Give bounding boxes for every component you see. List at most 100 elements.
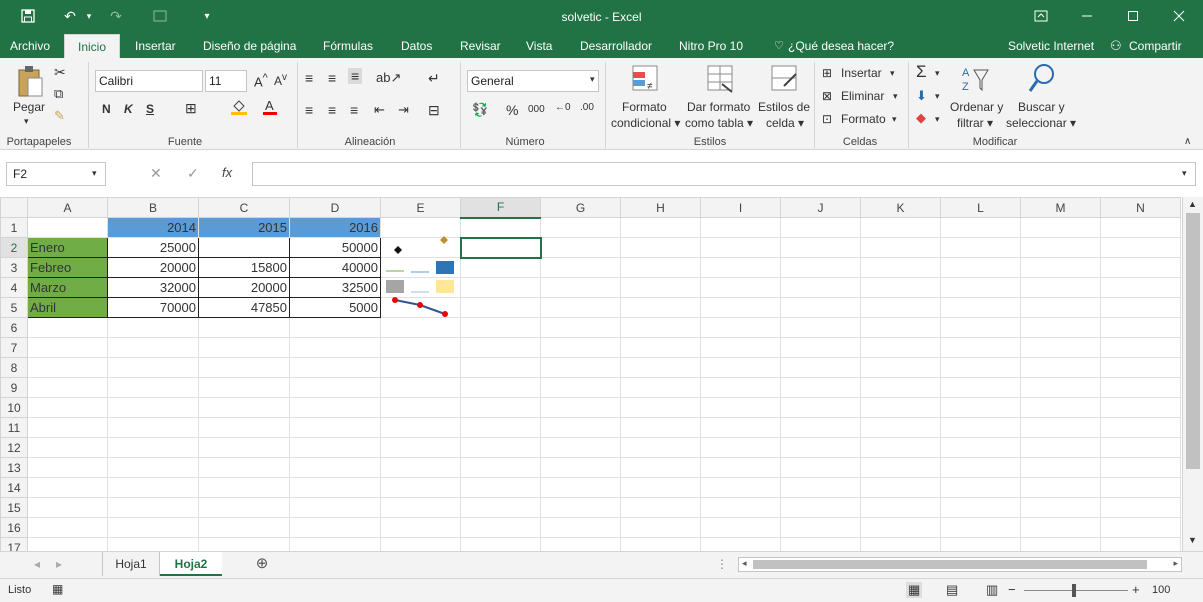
cell-b3[interactable]: 20000 xyxy=(107,257,199,278)
cell-d1[interactable]: 2016 xyxy=(289,217,381,238)
scroll-down-icon[interactable]: ▼ xyxy=(1188,535,1197,545)
autosum-dropdown-icon[interactable]: ▾ xyxy=(935,68,940,79)
page-layout-icon[interactable]: ▤ xyxy=(946,582,958,598)
next-sheet-icon[interactable]: ▸ xyxy=(52,552,66,576)
active-cell-f2[interactable] xyxy=(459,236,542,259)
sheet-tab-hoja1[interactable]: Hoja1 xyxy=(102,552,160,576)
fill-dropdown-icon[interactable]: ▾ xyxy=(935,91,940,102)
macro-record-icon[interactable]: ▦ xyxy=(52,582,63,596)
tab-vista[interactable]: Vista xyxy=(526,34,552,58)
align-bottom-icon[interactable]: ≡ xyxy=(348,68,363,84)
tab-insertar[interactable]: Insertar xyxy=(135,34,176,58)
row-header[interactable]: 4 xyxy=(0,277,28,298)
zoom-slider-handle[interactable] xyxy=(1072,584,1076,597)
thousands-icon[interactable]: 000 xyxy=(528,104,545,115)
decrease-decimal-icon[interactable]: .00 xyxy=(580,102,594,113)
h-scroll-thumb[interactable] xyxy=(753,560,1147,569)
decrease-font-icon[interactable]: Av xyxy=(274,72,287,88)
cell-c3[interactable]: 15800 xyxy=(198,257,290,278)
row-header[interactable]: 17 xyxy=(0,537,28,551)
row-header[interactable]: 8 xyxy=(0,357,28,378)
page-break-icon[interactable]: ▥ xyxy=(986,582,998,598)
align-middle-icon[interactable]: ≡ xyxy=(328,70,336,86)
align-top-icon[interactable]: ≡ xyxy=(305,70,313,86)
orientation-icon[interactable]: ab↗ xyxy=(376,70,401,86)
zoom-out-icon[interactable]: − xyxy=(1008,582,1016,597)
row-header[interactable]: 14 xyxy=(0,477,28,498)
underline-button[interactable]: S xyxy=(146,102,154,116)
cell-styles-label2[interactable]: celda ▾ xyxy=(766,116,804,130)
merge-center-icon[interactable]: ⊟ xyxy=(428,102,440,119)
worksheet-grid[interactable]: A B C D E F G H I J K L M N 1 2014 2015 … xyxy=(0,197,1182,551)
sort-filter-label2[interactable]: filtrar ▾ xyxy=(957,116,993,130)
zoom-slider[interactable] xyxy=(1024,590,1128,591)
delete-dropdown-icon[interactable]: ▾ xyxy=(893,91,898,102)
insert-dropdown-icon[interactable]: ▾ xyxy=(890,68,895,79)
column-header-h[interactable]: H xyxy=(620,197,701,218)
number-format-select[interactable]: General xyxy=(467,70,599,92)
conditional-format-label1[interactable]: Formato xyxy=(622,100,667,114)
minimize-icon[interactable] xyxy=(1064,0,1110,32)
fill-color-icon[interactable] xyxy=(230,98,248,119)
column-header-g[interactable]: G xyxy=(540,197,621,218)
cell-a1[interactable] xyxy=(27,217,108,238)
account-name[interactable]: Solvetic Internet xyxy=(1008,34,1094,58)
zoom-in-icon[interactable]: + xyxy=(1132,582,1140,597)
fill-icon[interactable]: ⬇ xyxy=(916,88,927,104)
row-header[interactable]: 2 xyxy=(0,237,28,258)
row-header[interactable]: 1 xyxy=(0,217,28,238)
scroll-right-icon[interactable]: ▸ xyxy=(1173,558,1178,569)
tab-formulas[interactable]: Fórmulas xyxy=(323,34,373,58)
align-center-icon[interactable]: ≡ xyxy=(328,102,336,118)
format-cells-icon[interactable]: ⊡ xyxy=(822,112,832,126)
column-header-f[interactable]: F xyxy=(460,197,541,219)
close-icon[interactable] xyxy=(1156,0,1202,32)
wrap-text-icon[interactable]: ↵ xyxy=(428,70,440,87)
conditional-format-icon[interactable]: ≠ xyxy=(631,64,661,97)
delete-cells-icon[interactable]: ⊠ xyxy=(822,89,832,103)
tab-nitro[interactable]: Nitro Pro 10 xyxy=(679,34,743,58)
maximize-icon[interactable] xyxy=(1110,0,1156,32)
clear-icon[interactable]: ◆ xyxy=(916,110,926,126)
paste-dropdown-icon[interactable]: ▾ xyxy=(24,116,29,127)
cell-a3[interactable]: Febreo xyxy=(27,257,108,278)
increase-indent-icon[interactable]: ⇥ xyxy=(398,102,409,118)
collapse-ribbon-icon[interactable]: ∧ xyxy=(1184,136,1191,147)
cell-d2[interactable]: 50000 xyxy=(289,237,381,258)
paste-label[interactable]: Pegar xyxy=(13,100,45,114)
tab-revisar[interactable]: Revisar xyxy=(460,34,501,58)
italic-button[interactable]: K xyxy=(124,102,133,116)
insert-function-icon[interactable]: fx xyxy=(222,165,232,180)
cell-c1[interactable]: 2015 xyxy=(198,217,290,238)
column-header-m[interactable]: M xyxy=(1020,197,1101,218)
select-all-corner[interactable] xyxy=(0,197,28,218)
formula-expand-icon[interactable]: ▾ xyxy=(1182,168,1187,179)
find-select-label2[interactable]: seleccionar ▾ xyxy=(1006,116,1076,130)
normal-view-icon[interactable]: ▦ xyxy=(906,582,923,598)
row-header[interactable]: 12 xyxy=(0,437,28,458)
cell-c5[interactable]: 47850 xyxy=(198,297,290,318)
sheet-tab-hoja2[interactable]: Hoja2 xyxy=(160,552,222,576)
tab-datos[interactable]: Datos xyxy=(401,34,432,58)
row-header[interactable]: 16 xyxy=(0,517,28,538)
column-header-j[interactable]: J xyxy=(780,197,861,218)
currency-icon[interactable]: 💱 xyxy=(472,102,488,118)
font-size-select[interactable]: 11 xyxy=(205,70,247,92)
conditional-format-label2[interactable]: condicional ▾ xyxy=(611,116,680,130)
cell-b4[interactable]: 32000 xyxy=(107,277,199,298)
tab-archivo[interactable]: Archivo xyxy=(10,34,50,58)
bold-button[interactable]: N xyxy=(102,102,111,116)
column-header-c[interactable]: C xyxy=(198,197,290,218)
cell-styles-label1[interactable]: Estilos de xyxy=(758,100,810,114)
confirm-formula-icon[interactable]: ✓ xyxy=(187,165,199,182)
borders-icon[interactable]: ⊞ xyxy=(185,100,197,117)
sort-filter-icon[interactable]: AZ xyxy=(960,64,990,97)
decrease-indent-icon[interactable]: ⇤ xyxy=(374,102,385,118)
name-box[interactable]: F2 xyxy=(6,162,106,186)
cell-a4[interactable]: Marzo xyxy=(27,277,108,298)
column-header-a[interactable]: A xyxy=(27,197,108,218)
align-left-icon[interactable]: ≡ xyxy=(305,102,313,118)
font-color-icon[interactable]: A xyxy=(262,98,278,119)
name-box-dropdown-icon[interactable]: ▾ xyxy=(92,168,97,179)
row-header[interactable]: 5 xyxy=(0,297,28,318)
